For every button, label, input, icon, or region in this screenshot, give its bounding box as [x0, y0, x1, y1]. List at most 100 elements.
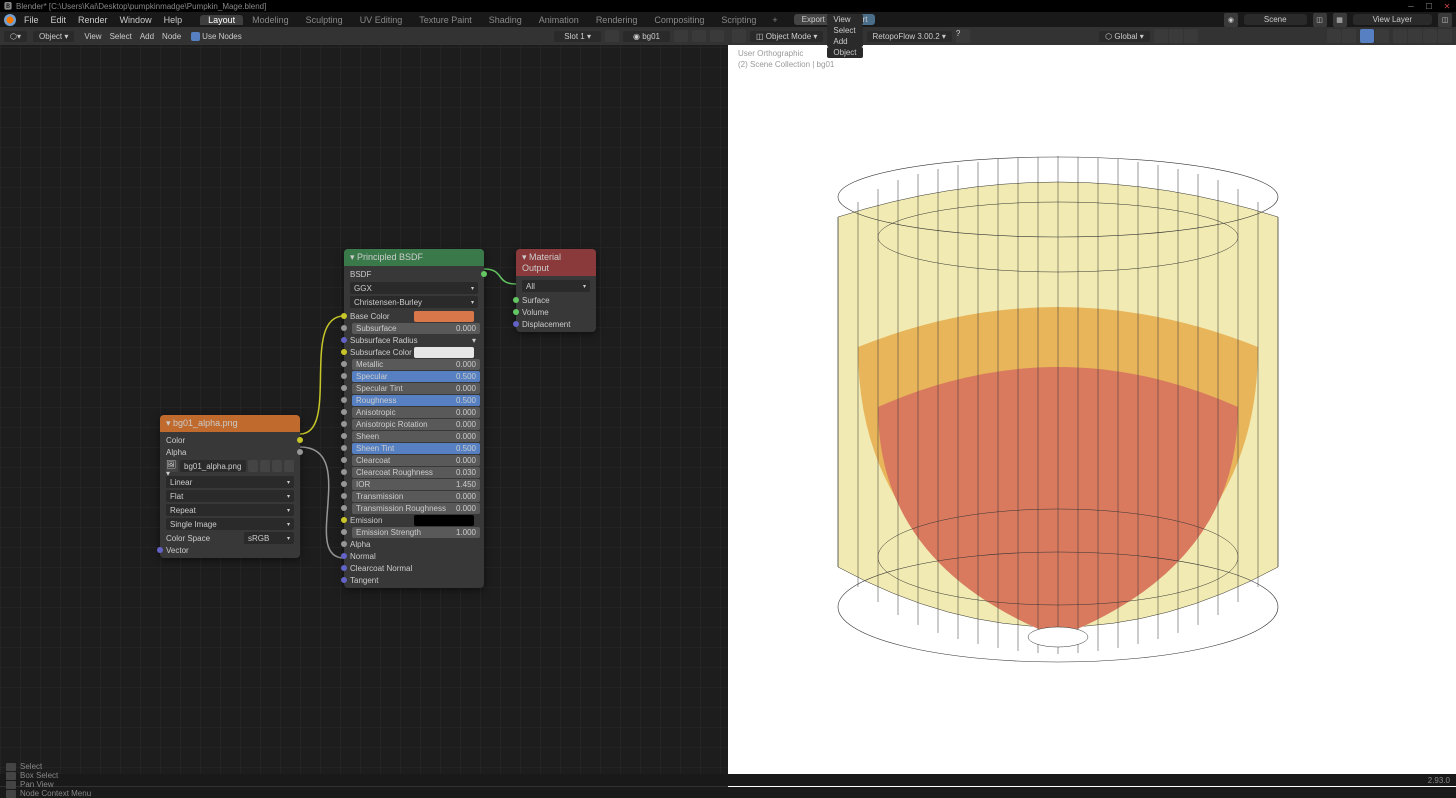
shading-options-icon[interactable]	[1438, 29, 1452, 43]
shader-editor[interactable]: ⬡▾ Object ▾ ViewSelectAddNode Use Nodes …	[0, 27, 728, 787]
bsdf-socket-output[interactable]	[481, 271, 487, 277]
snap-icon[interactable]	[1169, 29, 1183, 43]
viewlayer-field[interactable]: View Layer	[1353, 14, 1432, 25]
shader-menu-select[interactable]: Select	[106, 32, 136, 41]
sss-method-dropdown[interactable]: Christensen-Burley▾	[350, 296, 478, 308]
bsdf-transmission-roughness[interactable]: Transmission Roughness0.000	[344, 502, 484, 514]
proportional-icon[interactable]	[1184, 29, 1198, 43]
new-scene-button[interactable]: ◫	[1313, 13, 1327, 27]
shader-type-dropdown[interactable]: Object ▾	[33, 31, 74, 42]
bsdf-ior[interactable]: IOR1.450	[344, 478, 484, 490]
scene-field[interactable]: Scene	[1244, 14, 1307, 25]
unlink-material-button[interactable]	[710, 30, 724, 42]
image-texture-node[interactable]: ▾ bg01_alpha.png Color Alpha 🖼▾ bg01_alp…	[160, 415, 300, 558]
menu-file[interactable]: File	[18, 15, 45, 25]
tab-texture-paint[interactable]: Texture Paint	[411, 15, 480, 25]
viewport-menu-view[interactable]: View	[827, 14, 862, 25]
editor-type-icon[interactable]	[732, 29, 746, 43]
mode-dropdown[interactable]: ◫ Object Mode ▾	[750, 31, 823, 42]
socket-input[interactable]	[341, 409, 347, 415]
bsdf-specular-tint[interactable]: Specular Tint0.000	[344, 382, 484, 394]
bsdf-alpha[interactable]: Alpha	[344, 538, 484, 550]
socket-input[interactable]	[341, 517, 347, 523]
color-space-dropdown[interactable]: sRGB▾	[244, 532, 294, 544]
material-name-field[interactable]: ◉ bg01	[623, 31, 670, 42]
shading-rendered-icon[interactable]	[1423, 29, 1437, 43]
socket-input[interactable]	[341, 457, 347, 463]
socket-input[interactable]	[341, 421, 347, 427]
target-dropdown[interactable]: All▾	[522, 280, 590, 292]
socket-input[interactable]	[513, 321, 519, 327]
socket-input[interactable]	[341, 433, 347, 439]
interpolation-dropdown[interactable]: Linear▾	[166, 476, 294, 488]
tab-compositing[interactable]: Compositing	[646, 15, 712, 25]
shader-menu-add[interactable]: Add	[136, 32, 158, 41]
color-swatch[interactable]	[414, 515, 474, 526]
principled-bsdf-node[interactable]: ▾ Principled BSDF BSDF GGX▾ Christensen-…	[344, 249, 484, 588]
open-image-button[interactable]	[272, 460, 282, 472]
socket-input[interactable]	[341, 565, 347, 571]
add-workspace-button[interactable]: +	[766, 15, 783, 25]
tab-modeling[interactable]: Modeling	[244, 15, 297, 25]
extension-dropdown[interactable]: Repeat▾	[166, 504, 294, 516]
close-icon[interactable]: ✕	[1442, 2, 1452, 11]
tab-scripting[interactable]: Scripting	[713, 15, 764, 25]
editor-type-dropdown[interactable]: ⬡▾	[4, 31, 27, 42]
viewport-menu-add[interactable]: Add	[827, 36, 862, 47]
bsdf-sheen-tint[interactable]: Sheen Tint0.500	[344, 442, 484, 454]
use-nodes-checkbox[interactable]: Use Nodes	[191, 32, 242, 41]
new-viewlayer-button[interactable]: ◫	[1438, 13, 1452, 27]
node-title[interactable]: ▾ bg01_alpha.png	[160, 415, 300, 432]
orientation-dropdown[interactable]: ⬡ Global ▾	[1099, 31, 1150, 42]
socket-input[interactable]	[341, 373, 347, 379]
viewlayer-icon[interactable]: ▦	[1333, 13, 1347, 27]
image-filename-field[interactable]: bg01_alpha.png	[180, 460, 246, 472]
socket-input[interactable]	[341, 445, 347, 451]
bsdf-tangent[interactable]: Tangent	[344, 574, 484, 586]
socket-input[interactable]	[341, 313, 347, 319]
shading-wireframe-icon[interactable]	[1375, 29, 1389, 43]
socket-input[interactable]	[341, 541, 347, 547]
blender-logo-icon[interactable]	[4, 14, 16, 26]
overlays-toggle-icon[interactable]	[1342, 29, 1356, 43]
unlink-image-button[interactable]	[248, 460, 258, 472]
socket-input[interactable]	[341, 493, 347, 499]
color-swatch[interactable]	[414, 311, 474, 322]
bsdf-clearcoat[interactable]: Clearcoat0.000	[344, 454, 484, 466]
new-material-button[interactable]	[674, 30, 688, 42]
shader-menu-view[interactable]: View	[80, 32, 105, 41]
tab-uv-editing[interactable]: UV Editing	[352, 15, 411, 25]
bsdf-normal[interactable]: Normal	[344, 550, 484, 562]
node-title[interactable]: ▾ Principled BSDF	[344, 249, 484, 266]
socket-input[interactable]	[341, 529, 347, 535]
tab-animation[interactable]: Animation	[531, 15, 587, 25]
bsdf-roughness[interactable]: Roughness0.500	[344, 394, 484, 406]
bsdf-transmission[interactable]: Transmission0.000	[344, 490, 484, 502]
menu-help[interactable]: Help	[158, 15, 189, 25]
retopoflow-dropdown[interactable]: RetopoFlow 3.00.2 ▾	[867, 31, 952, 42]
socket-input[interactable]	[341, 349, 347, 355]
remove-image-button[interactable]	[284, 460, 294, 472]
bsdf-specular[interactable]: Specular0.500	[344, 370, 484, 382]
shading-solid-icon[interactable]	[1393, 29, 1407, 43]
menu-render[interactable]: Render	[72, 15, 114, 25]
socket-input[interactable]	[341, 385, 347, 391]
tab-shading[interactable]: Shading	[481, 15, 530, 25]
bsdf-sheen[interactable]: Sheen0.000	[344, 430, 484, 442]
socket-input[interactable]	[341, 361, 347, 367]
socket-input[interactable]	[341, 397, 347, 403]
node-title[interactable]: ▾ Material Output	[516, 249, 596, 276]
socket-input[interactable]	[513, 297, 519, 303]
bsdf-metallic[interactable]: Metallic0.000	[344, 358, 484, 370]
bsdf-anisotropic[interactable]: Anisotropic0.000	[344, 406, 484, 418]
vector-socket-input[interactable]	[157, 547, 163, 553]
socket-input[interactable]	[341, 469, 347, 475]
image-browse-icon[interactable]: 🖼▾	[166, 460, 178, 472]
socket-input[interactable]	[341, 577, 347, 583]
tab-sculpting[interactable]: Sculpting	[298, 15, 351, 25]
bsdf-clearcoat-roughness[interactable]: Clearcoat Roughness0.030	[344, 466, 484, 478]
projection-dropdown[interactable]: Flat▾	[166, 490, 294, 502]
alpha-socket-output[interactable]	[297, 449, 303, 455]
copy-material-button[interactable]	[692, 30, 706, 42]
bsdf-subsurface-color[interactable]: Subsurface Color	[344, 346, 484, 358]
